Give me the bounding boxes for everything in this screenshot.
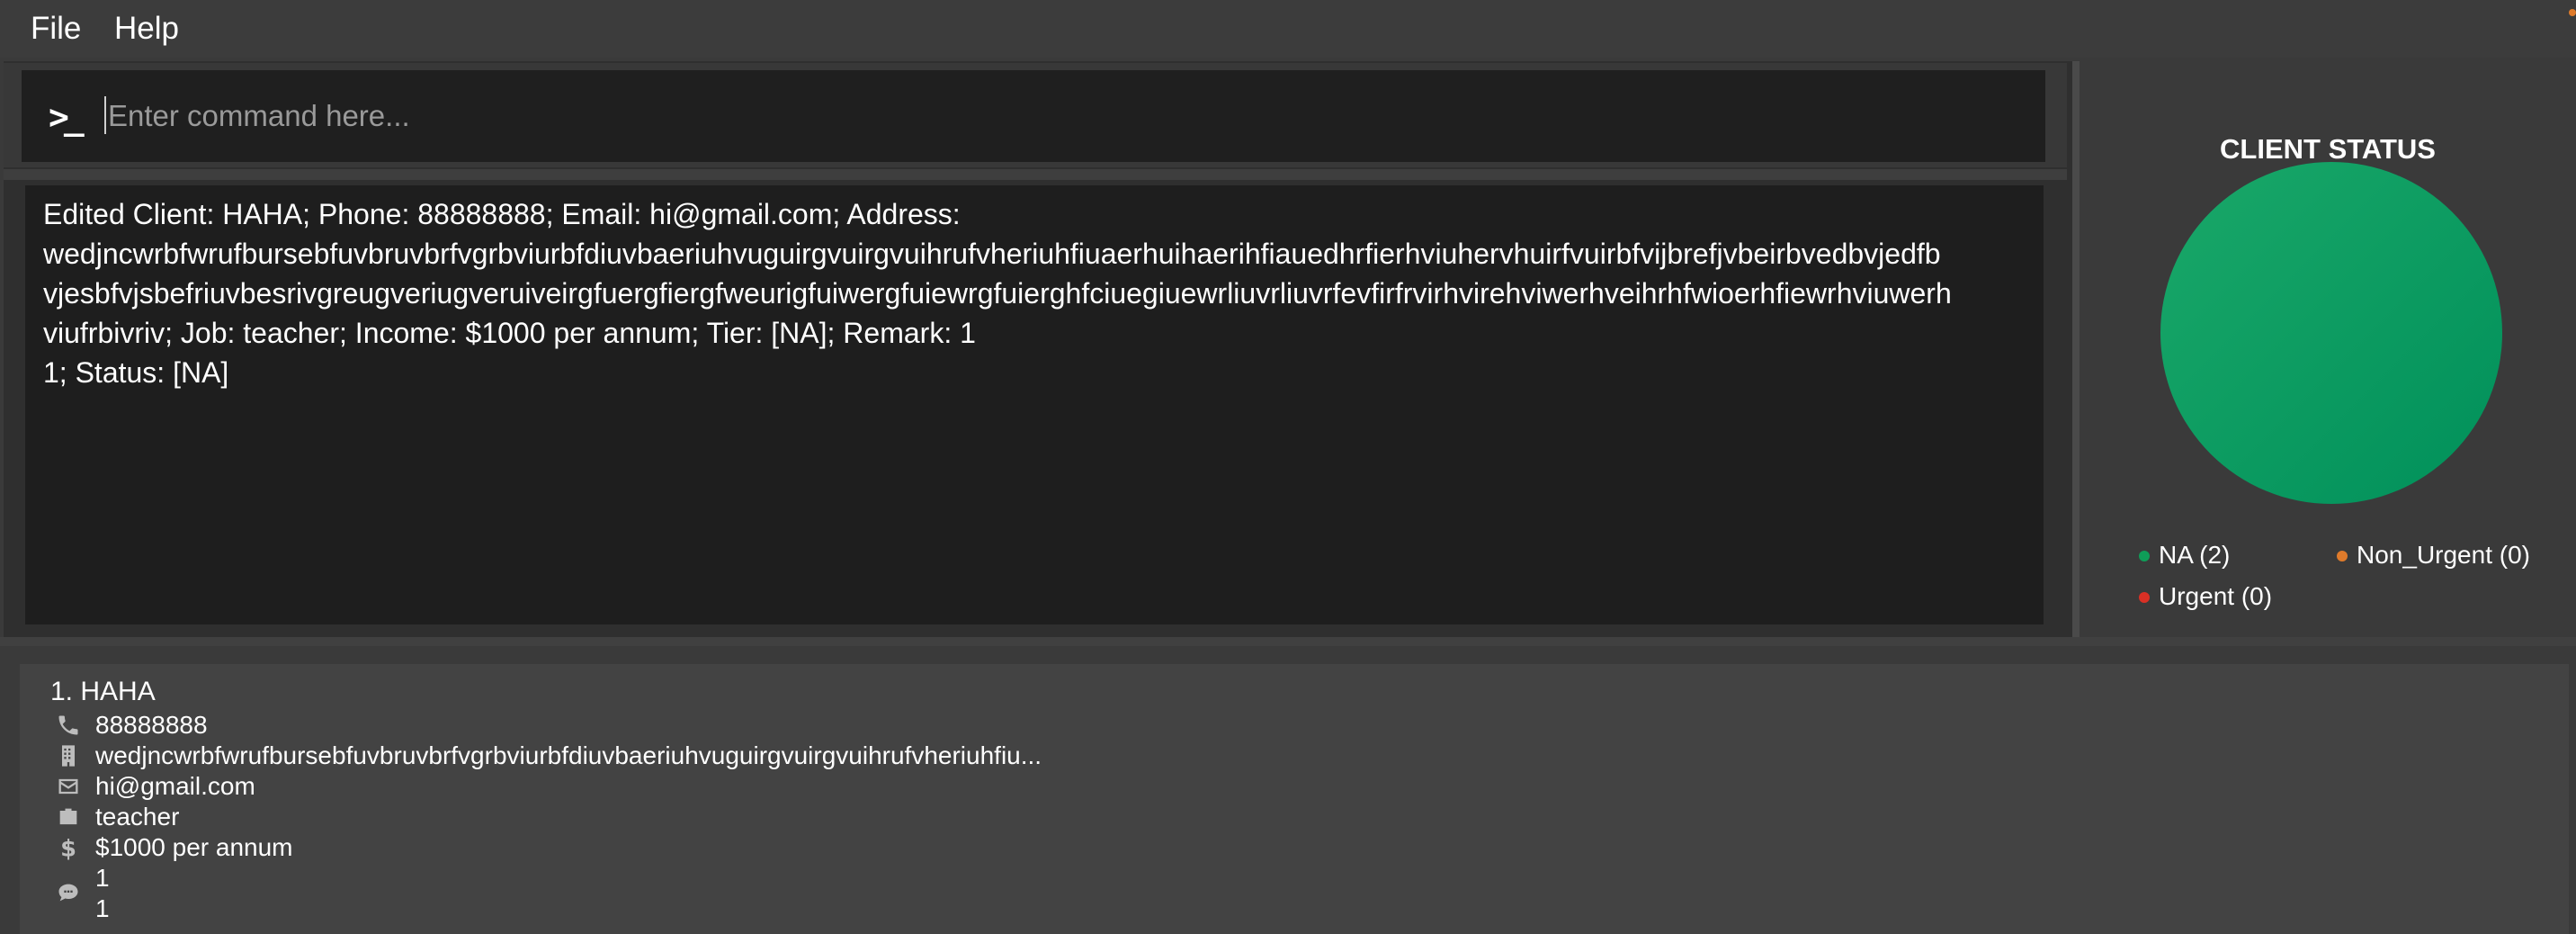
legend-label-urgent: Urgent (0) bbox=[2159, 582, 2273, 610]
menu-help[interactable]: Help bbox=[114, 11, 179, 47]
result-line: 1; Status: [NA] bbox=[43, 356, 229, 389]
result-line: Edited Client: HAHA; Phone: 88888888; Em… bbox=[43, 198, 961, 230]
email-icon bbox=[58, 778, 78, 795]
window-indicator-dot bbox=[2569, 9, 2576, 16]
legend-label-non-urgent: Non_Urgent (0) bbox=[2357, 541, 2530, 569]
result-display[interactable]: Edited Client: HAHA; Phone: 88888888; Em… bbox=[25, 185, 2044, 624]
legend-dot-urgent bbox=[2139, 592, 2150, 603]
client-card[interactable] bbox=[20, 664, 2569, 934]
client-address: wedjncwrbfwrufbursebfuvbruvbrfvgrbviurbf… bbox=[95, 741, 1042, 769]
client-status-line: 1 bbox=[95, 894, 110, 922]
client-remark: 1 bbox=[95, 864, 110, 892]
result-line: viufrbivriv; Job: teacher; Income: $1000… bbox=[43, 317, 976, 349]
terminal-prompt-icon: >_ bbox=[49, 97, 85, 137]
client-email: hi@gmail.com bbox=[95, 772, 255, 800]
dollar-icon: $ bbox=[60, 835, 76, 860]
client-income: $1000 per annum bbox=[95, 833, 293, 861]
phone-icon bbox=[58, 715, 78, 735]
comment-icon bbox=[58, 884, 78, 902]
legend-dot-non-urgent bbox=[2337, 551, 2348, 561]
client-job: teacher bbox=[95, 803, 180, 831]
result-line: wedjncwrbfwrufbursebfuvbruvbrfvgrbviurbf… bbox=[43, 238, 1941, 270]
legend-label-na: NA (2) bbox=[2159, 541, 2231, 569]
menu-file[interactable]: File bbox=[31, 11, 81, 47]
panel-divider bbox=[4, 169, 2067, 180]
command-input[interactable] bbox=[106, 90, 2026, 142]
status-pie-chart bbox=[2160, 162, 2502, 504]
svg-text:$: $ bbox=[60, 835, 76, 860]
menu-bar: File Help bbox=[0, 0, 2576, 58]
client-phone: 88888888 bbox=[95, 711, 208, 739]
briefcase-icon bbox=[59, 808, 77, 825]
client-name: 1. HAHA bbox=[50, 677, 156, 706]
list-divider bbox=[0, 637, 2576, 646]
result-line: vjesbfvjsbefriuvbesrivgreugveriugveruive… bbox=[43, 277, 1952, 310]
pie-slice-na bbox=[2160, 162, 2502, 504]
building-icon bbox=[62, 745, 75, 767]
legend-dot-na bbox=[2139, 551, 2150, 561]
